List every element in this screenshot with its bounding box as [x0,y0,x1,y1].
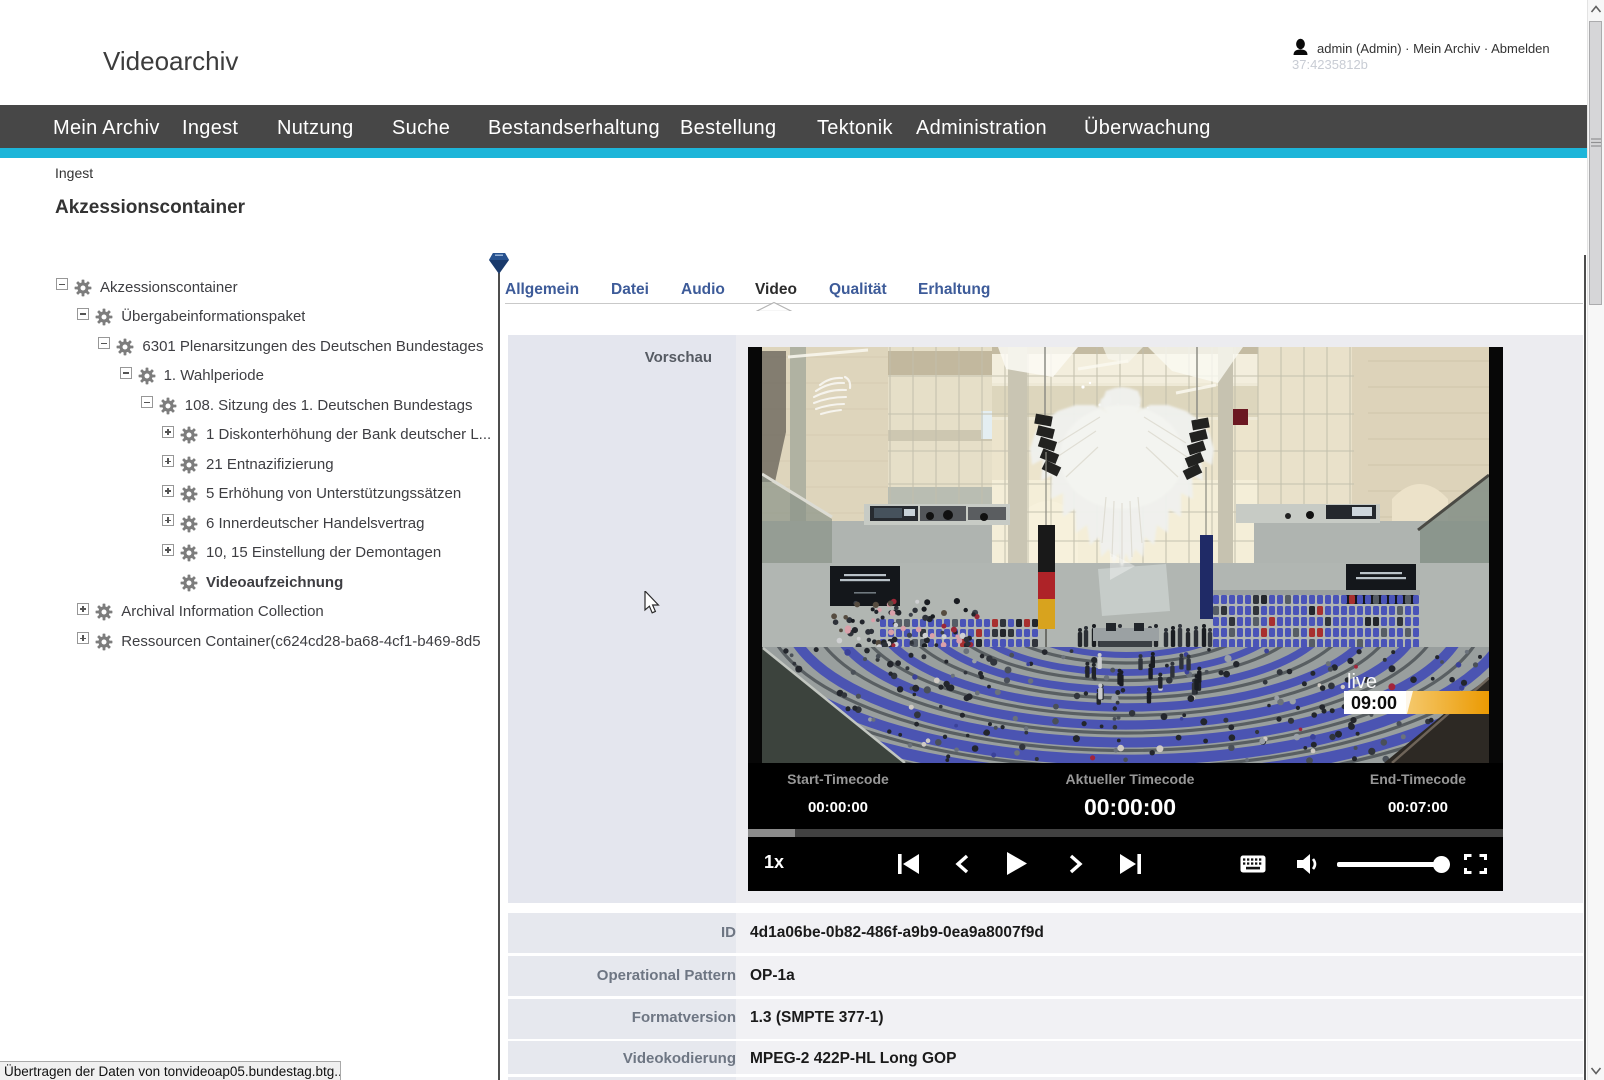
svg-text:live: live [1347,671,1377,693]
svg-text:09:00: 09:00 [1351,693,1397,713]
